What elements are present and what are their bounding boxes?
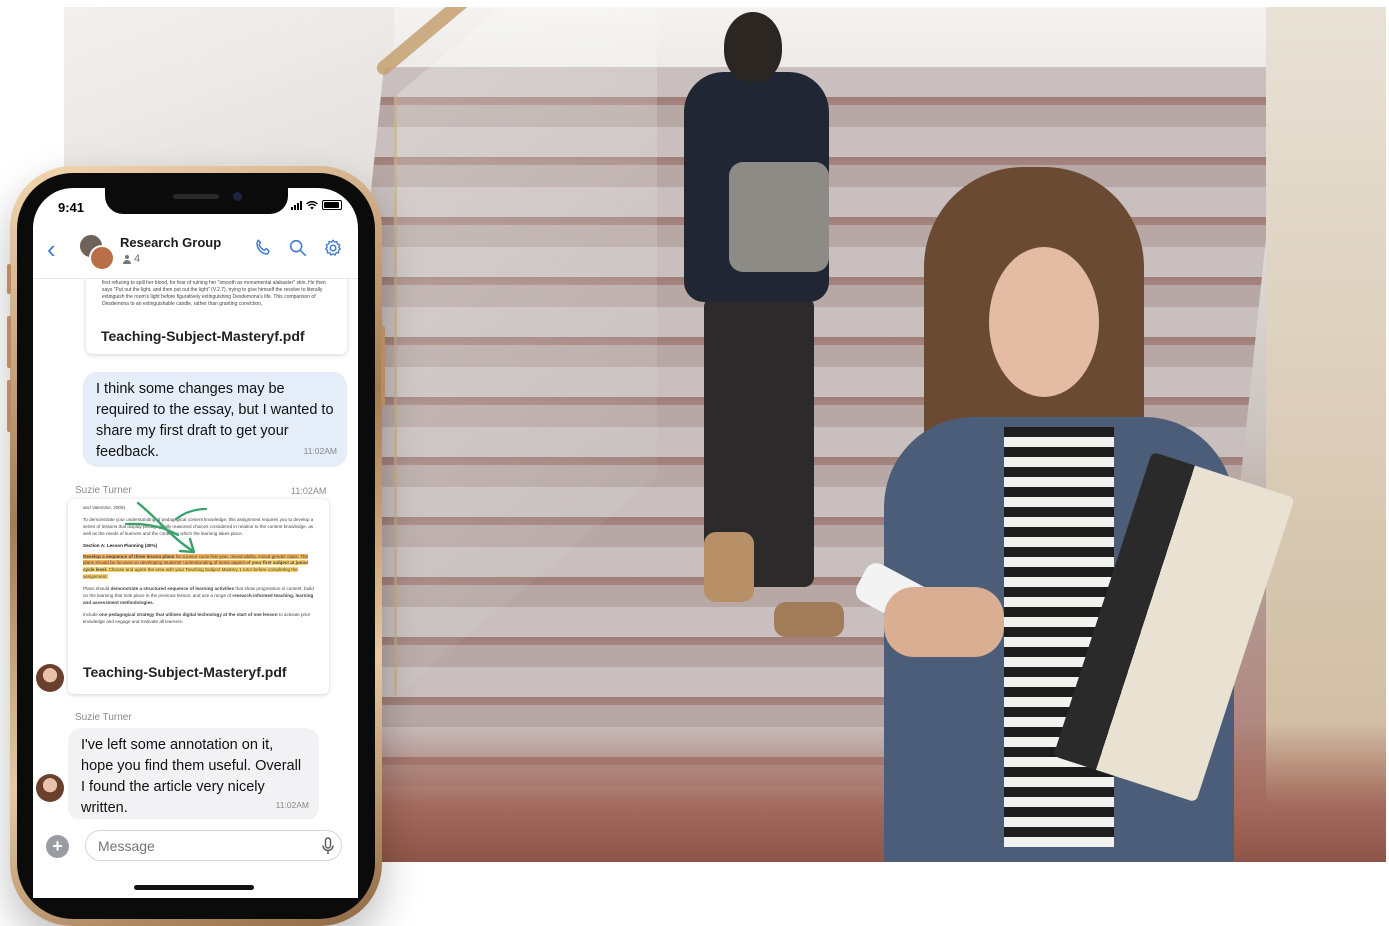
- notch: [105, 188, 288, 214]
- message-text: I think some changes may be required to …: [96, 381, 334, 460]
- file-attachment[interactable]: and Valentine, 2009). To demonstrate you…: [68, 499, 329, 694]
- incoming-message[interactable]: I've left some annotation on it, hope yo…: [68, 728, 319, 819]
- message-time: 11:02AM: [291, 486, 327, 496]
- sender-name: Suzie Turner: [75, 712, 132, 723]
- message-time: 11:02AM: [303, 446, 337, 456]
- group-avatar[interactable]: [78, 233, 115, 271]
- home-indicator: [134, 885, 254, 890]
- person-icon: [123, 254, 131, 264]
- status-icons: [291, 200, 342, 210]
- outgoing-message[interactable]: I think some changes may be required to …: [83, 372, 347, 467]
- preview-paragraph: Plans should demonstrate a structured se…: [83, 586, 314, 605]
- highlight: Choose and agree the area with your Teac…: [83, 567, 298, 580]
- file-attachment[interactable]: speeches made by Iago throughout the pla…: [86, 279, 347, 354]
- file-preview: speeches made by Iago throughout the pla…: [102, 280, 326, 307]
- plus-icon[interactable]: +: [46, 835, 69, 858]
- phone-icon[interactable]: [252, 237, 274, 259]
- man-on-stairs: [664, 12, 844, 637]
- search-icon[interactable]: [287, 237, 309, 259]
- message-time: 11:02AM: [275, 800, 309, 810]
- phone-screen: 9:41 ‹ Research Group 4 speeches made by…: [33, 188, 358, 898]
- message-list[interactable]: speeches made by Iago throughout the pla…: [33, 279, 358, 819]
- group-title[interactable]: Research Group: [120, 235, 221, 250]
- woman-with-phone: [844, 167, 1295, 862]
- avatar[interactable]: [36, 664, 64, 692]
- signal-icon: [291, 200, 302, 210]
- file-name: Teaching-Subject-Masteryf.pdf: [101, 328, 305, 344]
- composer: +: [33, 828, 358, 868]
- mic-icon[interactable]: [321, 837, 335, 855]
- file-name: Teaching-Subject-Masteryf.pdf: [83, 664, 287, 680]
- message-input[interactable]: [85, 830, 342, 861]
- message-text: I've left some annotation on it, hope yo…: [81, 737, 302, 816]
- gear-icon[interactable]: [322, 237, 344, 259]
- back-icon[interactable]: ‹: [47, 236, 56, 262]
- member-count: 4: [123, 253, 140, 265]
- preview-paragraph: Include one pedagogical strategy that ut…: [83, 611, 311, 624]
- wifi-icon: [306, 200, 318, 209]
- battery-icon: [322, 200, 342, 210]
- chat-header: ‹ Research Group 4: [33, 228, 358, 279]
- member-count-value: 4: [134, 253, 141, 265]
- sender-name: Suzie Turner: [75, 485, 132, 496]
- annotation-arrow-icon: [124, 501, 208, 554]
- avatar[interactable]: [36, 774, 64, 802]
- status-time: 9:41: [58, 200, 85, 215]
